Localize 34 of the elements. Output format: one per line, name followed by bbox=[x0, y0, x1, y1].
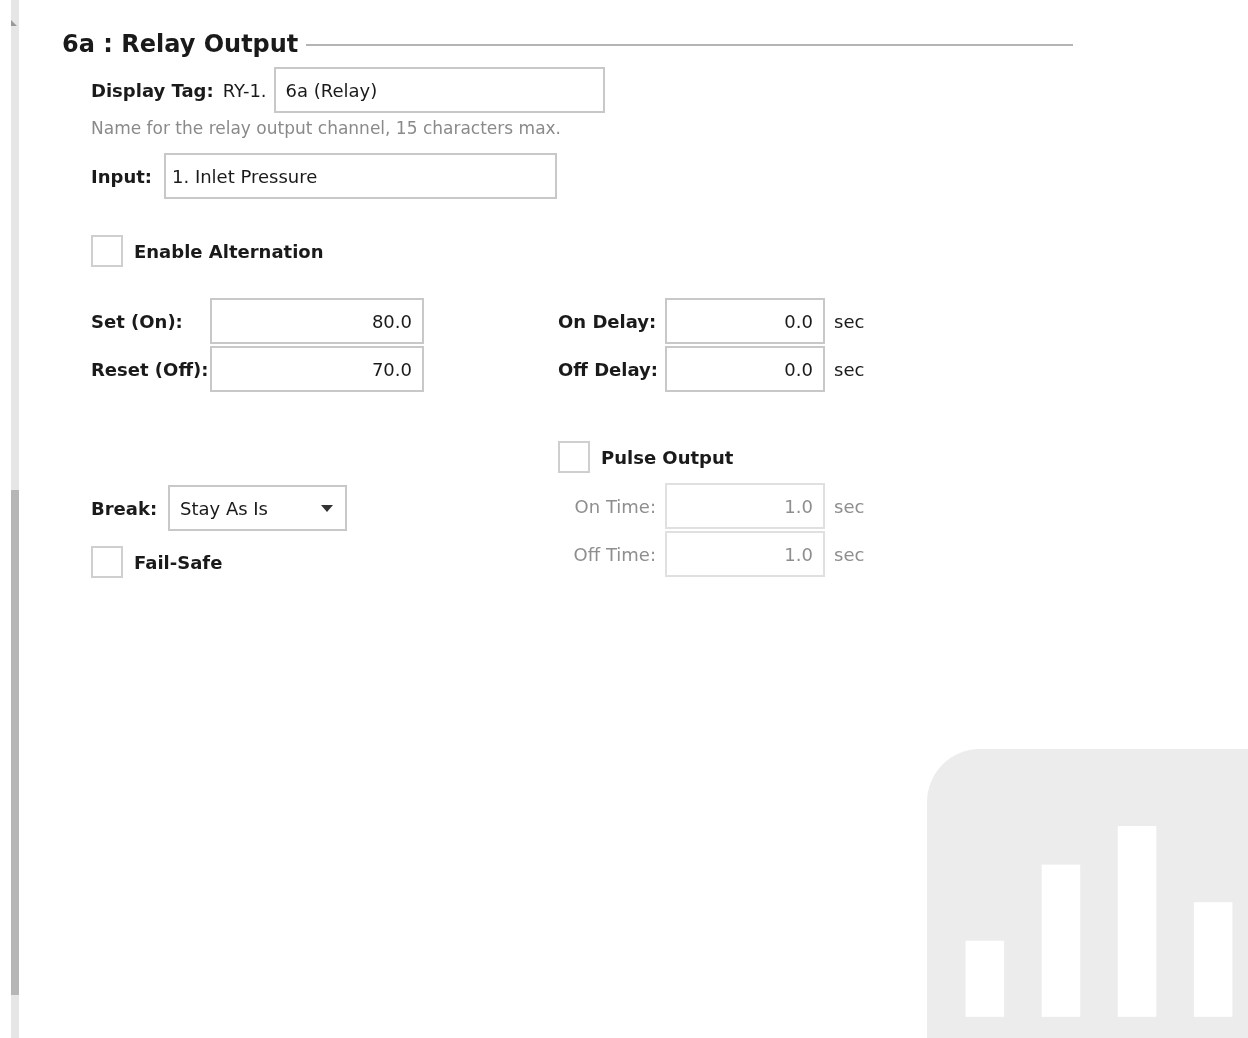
checkbox-label: Fail-Safe bbox=[134, 551, 223, 573]
tag-prefix: RY-1. bbox=[222, 79, 267, 101]
unit-label: sec bbox=[834, 310, 865, 332]
scroll-up-icon[interactable] bbox=[11, 20, 17, 26]
input-field[interactable]: 1. Inlet Pressure bbox=[164, 153, 557, 199]
hint-text: Name for the relay output channel, 15 characters max. bbox=[91, 118, 562, 138]
scrollbar-thumb[interactable] bbox=[11, 490, 19, 995]
input-field[interactable]: 70.0 bbox=[210, 346, 424, 392]
dropdown-value: Stay As Is bbox=[180, 497, 268, 519]
checkbox-label: Enable Alternation bbox=[134, 240, 324, 262]
field-label: On Delay: bbox=[558, 310, 656, 332]
field-label: On Time: bbox=[573, 495, 656, 517]
section-title: 6a : Relay Output bbox=[62, 30, 299, 58]
field-label: Display Tag: bbox=[91, 79, 214, 101]
field-label: Off Time: bbox=[572, 543, 656, 565]
input-field[interactable]: 6a (Relay) bbox=[273, 67, 605, 113]
checkbox[interactable] bbox=[91, 235, 123, 267]
dropdown[interactable]: Stay As Is bbox=[168, 485, 347, 531]
unit-label: sec bbox=[834, 495, 865, 517]
field-label: Off Delay: bbox=[558, 358, 656, 380]
input-field[interactable]: 0.0 bbox=[665, 298, 825, 344]
field-label: Reset (Off): bbox=[91, 358, 210, 380]
caret-icon bbox=[321, 504, 333, 512]
unit-label: sec bbox=[834, 543, 865, 565]
field-label: Set (On): bbox=[91, 310, 184, 332]
scrollbar[interactable] bbox=[11, 0, 19, 1038]
input-field[interactable]: 0.0 bbox=[665, 346, 825, 392]
unit-label: sec bbox=[834, 358, 865, 380]
checkbox[interactable] bbox=[91, 546, 123, 578]
field-label: Input: bbox=[91, 165, 153, 187]
input-field[interactable]: 80.0 bbox=[210, 298, 424, 344]
checkbox[interactable] bbox=[558, 441, 590, 473]
checkbox-label: Pulse Output bbox=[601, 446, 734, 468]
field-label: Break: bbox=[91, 497, 159, 519]
